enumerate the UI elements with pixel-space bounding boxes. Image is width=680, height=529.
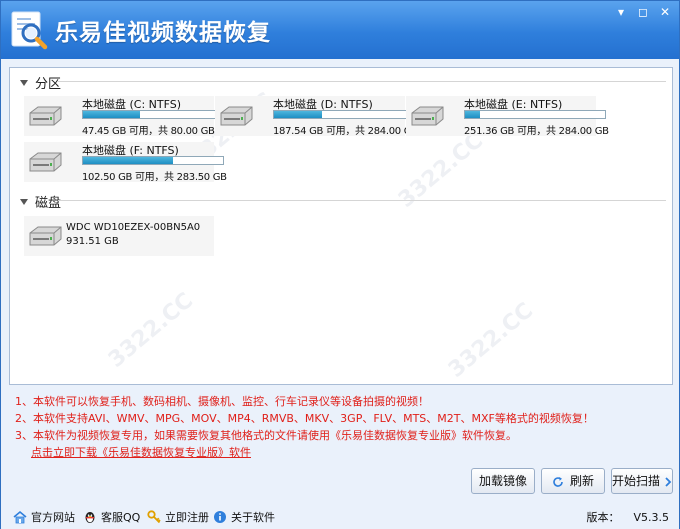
refresh-button[interactable]: 刷新 <box>541 468 605 494</box>
load-image-label: 加载镜像 <box>478 474 527 488</box>
disk-size: 931.51 GB <box>66 236 119 247</box>
footer-about[interactable]: 关于软件 <box>213 509 275 525</box>
home-icon <box>13 510 27 524</box>
hard-drive-icon <box>29 106 62 126</box>
app-logo-icon <box>11 11 48 50</box>
load-image-button[interactable]: 加载镜像 <box>471 468 535 494</box>
drive-usage-bar <box>82 156 224 165</box>
minimize-icon[interactable]: ◻ <box>633 4 653 20</box>
drive-usage-fill <box>274 111 322 118</box>
qq-penguin-icon <box>85 512 95 523</box>
refresh-label: 刷新 <box>569 474 594 488</box>
info-icon <box>214 511 226 523</box>
drive-usage-fill <box>465 111 481 118</box>
footer-bar: 官方网站 客服QQ 立即注册 关于软件 版本： V5.3.5 <box>1 501 679 529</box>
app-title: 乐易佳视频数据恢复 <box>55 20 271 46</box>
drive-item-f[interactable]: 本地磁盘 (F: NTFS) 102.50 GB 可用，共 283.50 GB <box>24 142 227 183</box>
disks-header-label: 磁盘 <box>35 196 62 211</box>
note-line: 3、本软件为视频恢复专用，如果需要恢复其他格式的文件请使用《乐易佳数据恢复专业版… <box>15 429 517 442</box>
hard-drive-icon <box>220 106 253 126</box>
refresh-icon <box>553 476 563 487</box>
menu-dropdown-icon[interactable]: ▾ <box>611 4 631 20</box>
footer-website-label: 官方网站 <box>31 511 75 524</box>
collapse-icon[interactable] <box>20 79 28 86</box>
drive-capacity: 251.36 GB 可用，共 284.00 GB <box>464 126 609 137</box>
collapse-icon[interactable] <box>20 198 28 205</box>
partitions-header-label: 分区 <box>35 77 62 92</box>
watermark: 3322.CC <box>443 298 539 383</box>
footer-about-label: 关于软件 <box>231 511 275 524</box>
drive-item-c[interactable]: 本地磁盘 (C: NTFS) 47.45 GB 可用，共 80.00 GB <box>24 96 224 137</box>
drive-capacity: 102.50 GB 可用，共 283.50 GB <box>82 172 227 183</box>
drive-usage-fill <box>83 157 173 164</box>
disk-item[interactable]: WDC WD10EZEX-00BN5A0 931.51 GB <box>24 216 214 256</box>
drive-usage-bar <box>464 110 606 119</box>
start-scan-button[interactable]: 开始扫描 <box>611 468 673 494</box>
watermark: 3322.CC <box>103 288 199 373</box>
footer-register[interactable]: 立即注册 <box>147 509 209 525</box>
download-pro-link[interactable]: 点击立即下载《乐易佳数据恢复专业版》软件 <box>15 446 251 459</box>
footer-qq[interactable]: 客服QQ <box>83 509 140 525</box>
version-value: V5.3.5 <box>633 511 669 524</box>
disks-header[interactable]: 磁盘 <box>20 192 61 211</box>
drive-list-panel: 3322.CC 3322.CC 3322.CC 3322.CC 分区 本地磁盘 … <box>9 67 673 385</box>
title-bar[interactable]: 乐易佳视频数据恢复 ▾ ◻ ✕ <box>1 1 679 59</box>
hard-drive-icon <box>29 152 62 172</box>
chevron-right-icon <box>665 476 672 487</box>
key-icon <box>147 510 161 524</box>
close-icon[interactable]: ✕ <box>655 4 675 20</box>
hard-drive-icon <box>29 226 62 246</box>
drive-usage-fill <box>83 111 141 118</box>
footer-website[interactable]: 官方网站 <box>13 509 75 525</box>
divider <box>58 81 666 82</box>
divider <box>58 200 666 201</box>
notes-panel: 1、本软件可以恢复手机、数码相机、摄像机、监控、行车记录仪等设备拍摄的视频！ 2… <box>15 393 594 461</box>
note-line: 2、本软件支持AVI、WMV、MPG、MOV、MP4、RMVB、MKV、3GP、… <box>15 412 594 425</box>
drive-capacity: 187.54 GB 可用，共 284.00 GB <box>273 126 418 137</box>
hard-drive-icon <box>411 106 444 126</box>
footer-register-label: 立即注册 <box>165 511 209 524</box>
window-controls: ▾ ◻ ✕ <box>611 4 675 20</box>
note-line: 1、本软件可以恢复手机、数码相机、摄像机、监控、行车记录仪等设备拍摄的视频！ <box>15 395 429 408</box>
start-scan-label: 开始扫描 <box>612 474 661 488</box>
drive-capacity: 47.45 GB 可用，共 80.00 GB <box>82 126 215 137</box>
partitions-header[interactable]: 分区 <box>20 73 61 92</box>
app-window: 乐易佳视频数据恢复 ▾ ◻ ✕ 3322.CC 3322.CC 3322.CC … <box>0 0 680 529</box>
disk-model: WDC WD10EZEX-00BN5A0 <box>66 222 201 233</box>
drive-usage-bar <box>273 110 415 119</box>
footer-qq-label: 客服QQ <box>101 511 141 524</box>
drive-item-e[interactable]: 本地磁盘 (E: NTFS) 251.36 GB 可用，共 284.00 GB <box>406 96 609 137</box>
version-label: 版本： <box>586 511 620 524</box>
version-info: 版本： V5.3.5 <box>586 509 669 525</box>
drive-item-d[interactable]: 本地磁盘 (D: NTFS) 187.54 GB 可用，共 284.00 GB <box>215 96 418 137</box>
drive-usage-bar <box>82 110 224 119</box>
